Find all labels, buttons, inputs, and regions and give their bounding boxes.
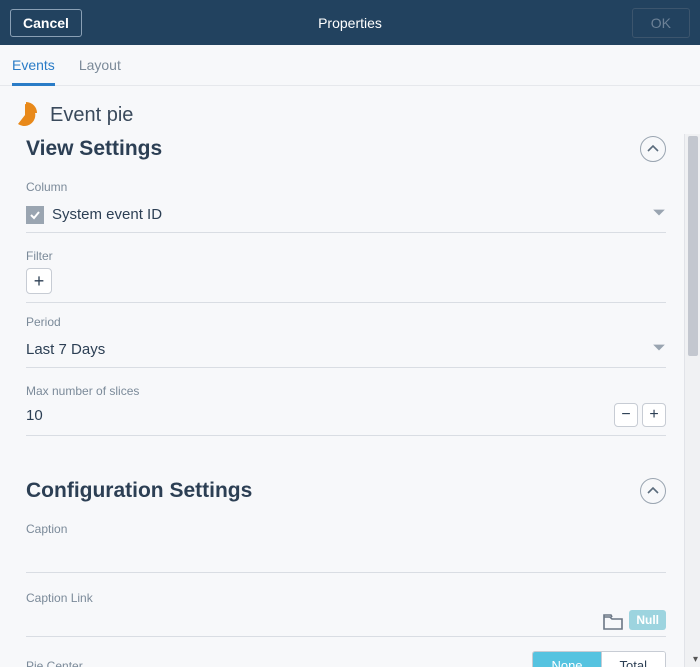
view-settings-title: View Settings <box>26 137 162 161</box>
max-slices-label: Max number of slices <box>26 384 666 398</box>
ok-button[interactable]: OK <box>632 8 690 38</box>
config-settings-title: Configuration Settings <box>26 479 252 503</box>
tab-bar: Events Layout <box>0 45 700 86</box>
filter-label: Filter <box>26 249 666 263</box>
caption-input[interactable] <box>26 541 666 573</box>
chevron-up-icon <box>647 485 659 497</box>
pie-center-label: Pie Center <box>26 659 83 667</box>
caption-label: Caption <box>26 522 666 536</box>
filter-field: Filter + <box>26 249 666 303</box>
max-slices-stepper: 10 − + <box>26 403 666 436</box>
caption-link-label: Caption Link <box>26 591 666 605</box>
page-title: Event pie <box>50 104 133 127</box>
period-select[interactable]: Last 7 Days <box>26 334 666 368</box>
minus-icon: − <box>621 407 630 423</box>
tab-layout[interactable]: Layout <box>79 57 121 85</box>
period-value: Last 7 Days <box>26 341 105 358</box>
column-field: Column System event ID <box>26 180 666 233</box>
null-badge-button[interactable]: Null <box>629 610 666 630</box>
scrollbar-thumb[interactable] <box>688 136 698 356</box>
dialog-header: Cancel Properties OK <box>0 0 700 45</box>
column-label: Column <box>26 180 666 194</box>
caption-field: Caption <box>26 522 666 573</box>
tab-events[interactable]: Events <box>12 57 55 86</box>
max-slices-value: 10 <box>26 407 43 424</box>
chevron-up-icon <box>647 143 659 155</box>
folder-icon[interactable] <box>603 614 623 630</box>
chevron-down-icon <box>652 205 666 224</box>
pie-center-field: Pie Center None Total <box>26 651 666 667</box>
pie-center-total-button[interactable]: Total <box>601 652 665 667</box>
column-value: System event ID <box>52 206 162 223</box>
add-filter-button[interactable]: + <box>26 268 52 294</box>
collapse-view-settings-button[interactable] <box>640 136 666 162</box>
stepper-decrement-button[interactable]: − <box>614 403 638 427</box>
plus-icon: + <box>34 272 45 290</box>
pie-chart-icon <box>12 102 38 128</box>
config-settings-header: Configuration Settings <box>26 478 666 504</box>
pie-center-none-button[interactable]: None <box>533 652 600 667</box>
plus-icon: + <box>649 407 658 423</box>
caption-link-field: Caption Link Null <box>26 591 666 637</box>
view-settings-header: View Settings <box>26 136 666 162</box>
max-slices-field: Max number of slices 10 − + <box>26 384 666 436</box>
scroll-chevron-down-icon: ▾ <box>693 654 698 665</box>
dialog-title: Properties <box>0 15 700 31</box>
properties-scroll-area[interactable]: View Settings Column System event ID Fil… <box>0 130 682 667</box>
period-field: Period Last 7 Days <box>26 315 666 368</box>
cancel-button[interactable]: Cancel <box>10 9 82 37</box>
stepper-increment-button[interactable]: + <box>642 403 666 427</box>
period-label: Period <box>26 315 666 329</box>
vertical-scrollbar[interactable] <box>684 134 700 667</box>
pie-center-segmented: None Total <box>532 651 666 667</box>
chevron-down-icon <box>652 340 666 359</box>
column-select[interactable]: System event ID <box>26 199 666 233</box>
collapse-config-settings-button[interactable] <box>640 478 666 504</box>
checkbox-icon <box>26 206 44 224</box>
